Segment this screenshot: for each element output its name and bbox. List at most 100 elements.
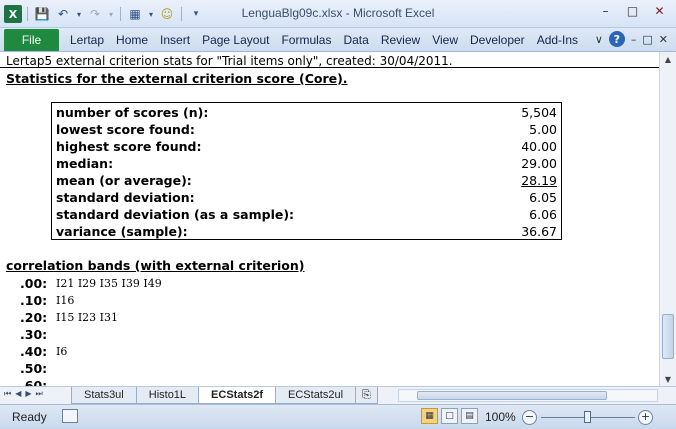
view-buttons: ▦ □ ▤ [421, 408, 478, 424]
window-controls: – □ ✕ [593, 2, 672, 20]
stat-row: number of scores (n): 5,504 [56, 105, 559, 122]
scroll-thumb[interactable] [662, 314, 674, 359]
tab-lertap[interactable]: Lertap [64, 32, 110, 48]
stat-value: 36.67 [521, 224, 557, 239]
separator [120, 7, 121, 21]
stat-row: variance (sample): 36.67 [56, 224, 559, 241]
zoom-in-icon[interactable]: + [638, 410, 653, 425]
band-label: .20: [20, 310, 48, 325]
stat-label: number of scores (n): [56, 105, 209, 120]
status-ready: Ready [12, 410, 47, 424]
band-row: .40: I6 [20, 344, 520, 361]
quick-access-toolbar: X 💾 ↶ ▾ ↷ ▾ ▦ ▾ ☺ ▾ [4, 4, 205, 24]
next-sheet-icon[interactable]: ▶ [25, 389, 31, 399]
stat-value: 40.00 [521, 139, 557, 154]
status-bar: Ready ▦ □ ▤ 100% − + [0, 404, 676, 429]
normal-view-icon[interactable]: ▦ [421, 408, 438, 424]
tab-review[interactable]: Review [375, 32, 426, 48]
zoom-slider-thumb[interactable] [584, 411, 591, 423]
workbook-restore-icon[interactable]: □ [642, 33, 652, 46]
ribbon-right-controls: ∨ ? – □ ✕ [595, 31, 668, 47]
file-tab[interactable]: File [4, 29, 59, 51]
sheet-tab-ecstats2f[interactable]: ECStats2f [198, 387, 277, 404]
report-info-line: Lertap5 external criterion stats for "Tr… [6, 54, 453, 68]
band-label: .00: [20, 276, 48, 291]
stat-label: variance (sample): [56, 224, 188, 239]
undo-icon[interactable]: ↶ [54, 5, 72, 23]
sheet-tab-histo1l[interactable]: Histo1L [135, 387, 200, 404]
ribbon-tabs: Lertap Home Insert Page Layout Formulas … [64, 32, 584, 48]
save-icon[interactable]: 💾 [33, 5, 51, 23]
last-sheet-icon[interactable]: ⏭ [36, 389, 43, 399]
tab-home[interactable]: Home [110, 32, 154, 48]
title-bar: X 💾 ↶ ▾ ↷ ▾ ▦ ▾ ☺ ▾ LenguaBlg09c.xlsx - … [0, 0, 676, 28]
stat-row: highest score found: 40.00 [56, 139, 559, 156]
worksheet[interactable]: Lertap5 external criterion stats for "Tr… [0, 52, 659, 386]
stats-table: number of scores (n): 5,504 lowest score… [51, 102, 562, 240]
tab-page-layout[interactable]: Page Layout [196, 32, 275, 48]
maximize-icon[interactable]: □ [620, 2, 645, 20]
minimize-icon[interactable]: – [593, 2, 618, 20]
prev-sheet-icon[interactable]: ◀ [15, 389, 21, 399]
sheet-tab-stats3ul[interactable]: Stats3ul [71, 387, 137, 404]
workbook-minimize-icon[interactable]: – [631, 33, 637, 46]
band-label: .10: [20, 293, 48, 308]
sheet-nav-buttons: ⏮ ◀ ▶ ⏭ [4, 389, 43, 399]
stat-label: mean (or average): [56, 173, 192, 188]
insert-sheet-icon[interactable]: ⎘ [355, 387, 378, 404]
smiley-icon[interactable]: ☺ [158, 5, 176, 23]
tab-add-ins[interactable]: Add-Ins [531, 32, 584, 48]
stat-row: lowest score found: 5.00 [56, 122, 559, 139]
sheet-tab-ecstats2ul[interactable]: ECStats2ul [275, 387, 357, 404]
correlation-heading: correlation bands (with external criteri… [6, 258, 305, 273]
band-row: .30: [20, 327, 520, 344]
stat-row: mean (or average): 28.19 [56, 173, 559, 190]
undo-dropdown-icon[interactable]: ▾ [75, 5, 83, 23]
stat-row: standard deviation: 6.05 [56, 190, 559, 207]
tab-insert[interactable]: Insert [154, 32, 196, 48]
horizontal-scrollbar[interactable] [398, 389, 658, 402]
band-row: .00: I21 I29 I35 I39 I49 [20, 276, 520, 293]
stat-row: standard deviation (as a sample): 6.06 [56, 207, 559, 224]
band-items: I15 I23 I31 [56, 311, 119, 324]
band-row: .50: [20, 361, 520, 378]
first-sheet-icon[interactable]: ⏮ [4, 389, 11, 399]
redo-icon[interactable]: ↷ [86, 5, 104, 23]
stat-label: standard deviation (as a sample): [56, 207, 295, 222]
band-items: I16 [56, 294, 75, 307]
scroll-up-icon[interactable]: ▲ [660, 52, 676, 66]
band-label: .40: [20, 344, 48, 359]
scroll-down-icon[interactable]: ▼ [660, 372, 676, 386]
tab-data[interactable]: Data [337, 32, 374, 48]
layout-dropdown-icon[interactable]: ▾ [147, 5, 155, 23]
help-icon[interactable]: ? [608, 31, 625, 47]
ribbon: File Lertap Home Insert Page Layout Form… [0, 28, 676, 52]
macro-record-icon[interactable] [62, 409, 78, 423]
stat-value: 5,504 [521, 105, 557, 120]
zoom-out-icon[interactable]: − [522, 410, 537, 425]
close-icon[interactable]: ✕ [647, 2, 672, 20]
horizontal-scroll-thumb[interactable] [417, 391, 607, 400]
excel-app-icon[interactable]: X [4, 5, 22, 23]
page-break-view-icon[interactable]: ▤ [461, 408, 478, 424]
band-items: I6 [56, 345, 68, 358]
tab-developer[interactable]: Developer [464, 32, 531, 48]
sheet-tabs: Stats3ul Histo1L ECStats2f ECStats2ul ⎘ [71, 387, 378, 404]
tab-view[interactable]: View [426, 32, 464, 48]
band-row: .20: I15 I23 I31 [20, 310, 520, 327]
vertical-scrollbar[interactable]: ▲ ▼ [659, 52, 676, 386]
stat-label: median: [56, 156, 114, 171]
band-items: I21 I29 I35 I39 I49 [56, 277, 162, 290]
stat-value: 6.06 [529, 207, 557, 222]
minimize-ribbon-icon[interactable]: ∨ [595, 33, 603, 46]
stat-value: 6.05 [529, 190, 557, 205]
workbook-close-icon[interactable]: ✕ [659, 33, 668, 46]
page-layout-view-icon[interactable]: □ [441, 408, 458, 424]
redo-dropdown-icon[interactable]: ▾ [107, 5, 115, 23]
separator [27, 7, 28, 21]
zoom-level[interactable]: 100% [485, 410, 516, 424]
band-row: .60: [20, 378, 520, 386]
stat-value: 29.00 [521, 156, 557, 171]
layout-icon[interactable]: ▦ [126, 5, 144, 23]
tab-formulas[interactable]: Formulas [275, 32, 337, 48]
